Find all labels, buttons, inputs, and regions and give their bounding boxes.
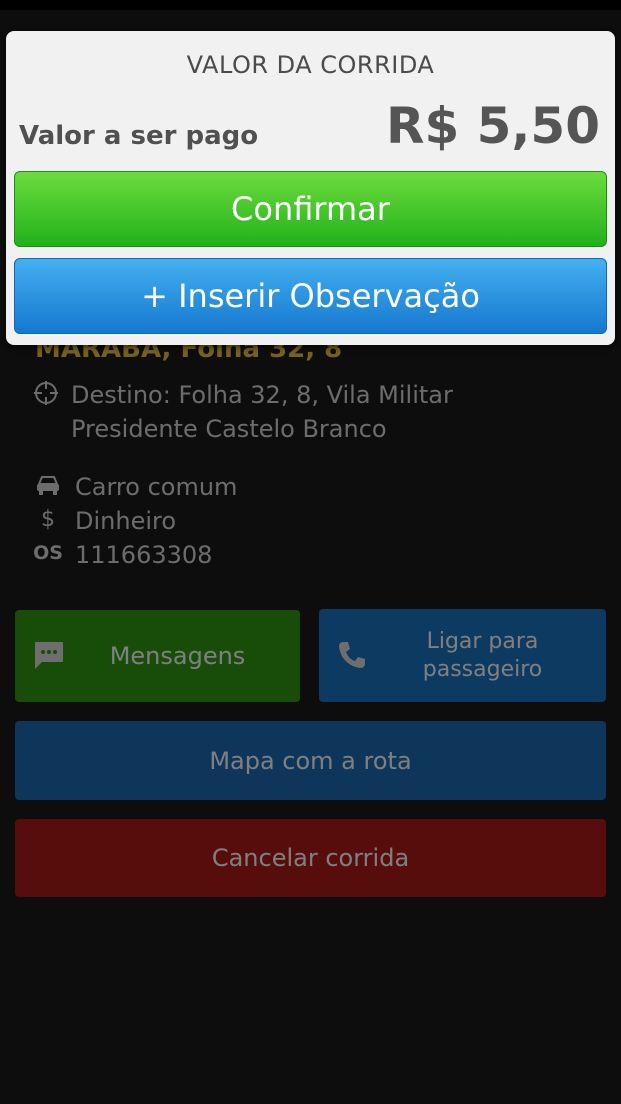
confirm-label: Confirmar [231, 190, 390, 228]
ride-value-dialog: VALOR DA CORRIDA Valor a ser pago R$ 5,5… [6, 31, 615, 345]
amount-value: R$ 5,50 [385, 97, 600, 155]
add-observation-button[interactable]: + Inserir Observação [14, 258, 607, 334]
confirm-button[interactable]: Confirmar [14, 171, 607, 247]
amount-label: Valor a ser pago [19, 121, 259, 151]
dialog-title: VALOR DA CORRIDA [186, 51, 435, 79]
add-observation-label: + Inserir Observação [141, 277, 480, 315]
